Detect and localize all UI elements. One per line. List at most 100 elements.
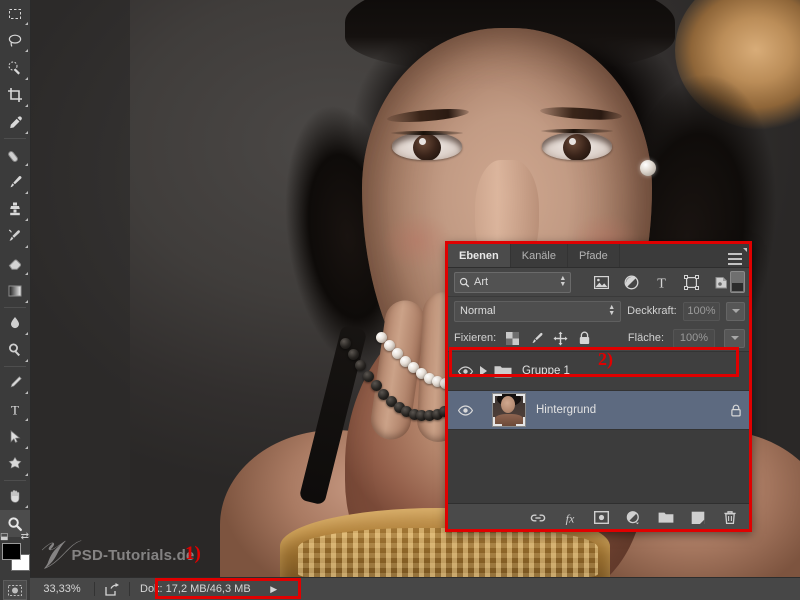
opacity-label: Deckkraft: bbox=[627, 305, 677, 317]
new-layer-button[interactable] bbox=[689, 509, 706, 526]
eye-right bbox=[542, 132, 612, 160]
filter-toggle-switch[interactable] bbox=[730, 271, 745, 293]
filter-kind-value: Art bbox=[474, 276, 489, 288]
iris-right bbox=[563, 134, 591, 160]
adjustment-filter-icon[interactable] bbox=[623, 274, 640, 291]
fill-label: Fläche: bbox=[627, 332, 664, 344]
layer-locked-icon bbox=[727, 404, 745, 417]
iris-left bbox=[413, 134, 441, 160]
zoom-level-field[interactable]: 33,33% bbox=[30, 583, 94, 595]
layer-visibility-eye-icon[interactable] bbox=[454, 404, 476, 416]
svg-text:fx: fx bbox=[565, 511, 574, 525]
dodge-tool[interactable] bbox=[0, 337, 30, 364]
opacity-field[interactable]: 100% bbox=[682, 301, 721, 321]
pen-tool[interactable] bbox=[0, 369, 30, 396]
lasso-tool[interactable] bbox=[0, 27, 30, 54]
blend-mode-select[interactable]: Normal ▲ ▼ bbox=[454, 300, 622, 322]
tab-kanaele[interactable]: Kanäle bbox=[511, 244, 568, 267]
tool-divider bbox=[4, 365, 26, 367]
svg-text:T: T bbox=[658, 276, 667, 290]
hand-tool[interactable] bbox=[0, 483, 30, 510]
new-adjustment-layer-button[interactable] bbox=[625, 509, 642, 526]
dark-bead bbox=[340, 338, 351, 349]
blur-tool[interactable] bbox=[0, 310, 30, 337]
path-selection-tool[interactable] bbox=[0, 423, 30, 450]
tools-panel[interactable]: T ⬓ ⇄ bbox=[0, 0, 31, 600]
fill-field[interactable]: 100% bbox=[673, 328, 715, 348]
eyelash-left bbox=[391, 131, 463, 135]
gradient-tool[interactable] bbox=[0, 277, 30, 304]
tab-pfade[interactable]: Pfade bbox=[568, 244, 620, 267]
opacity-dropdown-button[interactable] bbox=[726, 301, 745, 321]
lock-position-icon[interactable] bbox=[553, 331, 568, 346]
filter-kind-select[interactable]: Art ▲ ▼ bbox=[454, 271, 572, 293]
lock-transparent-pixels-icon[interactable] bbox=[505, 331, 520, 346]
layers-panel[interactable]: Ebenen Kanäle Pfade Art ▲ ▼ T Normal ▲ ▼… bbox=[447, 243, 752, 532]
annotation-label-2: 2) bbox=[598, 349, 613, 369]
doc-size-status[interactable]: Dok: 17,2 MB/46,3 MB bbox=[130, 583, 261, 595]
layer-name-hintergrund[interactable]: Hintergrund bbox=[536, 404, 596, 416]
tool-divider bbox=[4, 306, 26, 308]
blend-mode-stepper-icon[interactable]: ▲ ▼ bbox=[608, 304, 615, 317]
eyedropper-tool[interactable] bbox=[0, 109, 30, 136]
layer-filter-row[interactable]: Art ▲ ▼ T bbox=[448, 268, 751, 297]
add-layer-mask-button[interactable] bbox=[593, 509, 610, 526]
link-layers-button[interactable] bbox=[529, 509, 546, 526]
panel-tab-bar[interactable]: Ebenen Kanäle Pfade bbox=[448, 244, 751, 268]
eyelash-right bbox=[541, 129, 613, 133]
clone-stamp-tool[interactable] bbox=[0, 196, 30, 223]
foreground-color-swatch[interactable] bbox=[2, 543, 21, 561]
quick-selection-tool[interactable] bbox=[0, 54, 30, 81]
shape-filter-icon[interactable] bbox=[683, 274, 700, 291]
fill-dropdown-button[interactable] bbox=[724, 328, 745, 348]
layers-list[interactable]: Gruppe 1 Hintergrund bbox=[448, 352, 751, 503]
healing-brush-tool[interactable] bbox=[0, 141, 30, 168]
sequin-band bbox=[298, 528, 598, 578]
pixel-filter-icon[interactable] bbox=[593, 274, 610, 291]
filter-type-buttons[interactable]: T bbox=[593, 274, 730, 291]
layer-visibility-eye-icon[interactable] bbox=[454, 365, 476, 377]
status-expand-arrow-icon[interactable]: ▶ bbox=[261, 584, 287, 595]
lock-image-pixels-icon[interactable] bbox=[529, 331, 544, 346]
layer-thumbnail[interactable] bbox=[492, 393, 526, 427]
shape-tool[interactable] bbox=[0, 451, 30, 478]
color-swatches[interactable]: ⬓ ⇄ bbox=[0, 531, 30, 574]
lock-row[interactable]: Fixieren: Fläche: 100% bbox=[448, 325, 751, 352]
layer-style-button[interactable]: fx bbox=[561, 509, 578, 526]
tool-divider bbox=[4, 479, 26, 481]
group-expand-triangle-icon[interactable] bbox=[476, 366, 490, 376]
eye-left bbox=[392, 132, 462, 160]
delete-layer-button[interactable] bbox=[721, 509, 738, 526]
eraser-tool[interactable] bbox=[0, 250, 30, 277]
blend-mode-row[interactable]: Normal ▲ ▼ Deckkraft: 100% bbox=[448, 297, 751, 325]
quick-mask-button[interactable] bbox=[3, 580, 27, 600]
lock-label: Fixieren: bbox=[454, 332, 497, 344]
share-button[interactable] bbox=[95, 582, 129, 596]
type-tool[interactable]: T bbox=[0, 396, 30, 423]
history-brush-tool[interactable] bbox=[0, 223, 30, 250]
panel-menu-button[interactable] bbox=[728, 248, 747, 265]
panel-menu-triangle-icon bbox=[743, 248, 747, 252]
crop-tool[interactable] bbox=[0, 82, 30, 109]
rectangular-marquee-tool[interactable] bbox=[0, 0, 30, 27]
hintergrund-layer-row[interactable]: Hintergrund bbox=[448, 391, 751, 430]
cheek-left bbox=[382, 212, 452, 270]
annotation-label-1: 1) bbox=[185, 543, 201, 564]
folder-icon bbox=[494, 364, 512, 378]
status-bar[interactable]: 33,33% Dok: 17,2 MB/46,3 MB ▶ bbox=[30, 577, 800, 600]
new-group-button[interactable] bbox=[657, 509, 674, 526]
earring bbox=[640, 160, 656, 176]
search-icon bbox=[459, 277, 470, 287]
reset-colors-icon[interactable]: ⬓ bbox=[0, 531, 9, 542]
type-filter-icon[interactable]: T bbox=[653, 274, 670, 291]
brush-tool[interactable] bbox=[0, 168, 30, 195]
dark-bead bbox=[362, 370, 374, 382]
layers-panel-toolbar[interactable]: fx bbox=[448, 503, 751, 531]
layer-name-gruppe-1[interactable]: Gruppe 1 bbox=[522, 365, 570, 377]
smartobject-filter-icon[interactable] bbox=[713, 274, 730, 291]
tab-ebenen[interactable]: Ebenen bbox=[448, 244, 511, 267]
lock-all-icon[interactable] bbox=[577, 331, 592, 346]
filter-kind-stepper-icon[interactable]: ▲ ▼ bbox=[559, 275, 566, 288]
panel-menu-icon bbox=[728, 253, 742, 265]
swap-colors-icon[interactable]: ⇄ bbox=[21, 531, 29, 542]
